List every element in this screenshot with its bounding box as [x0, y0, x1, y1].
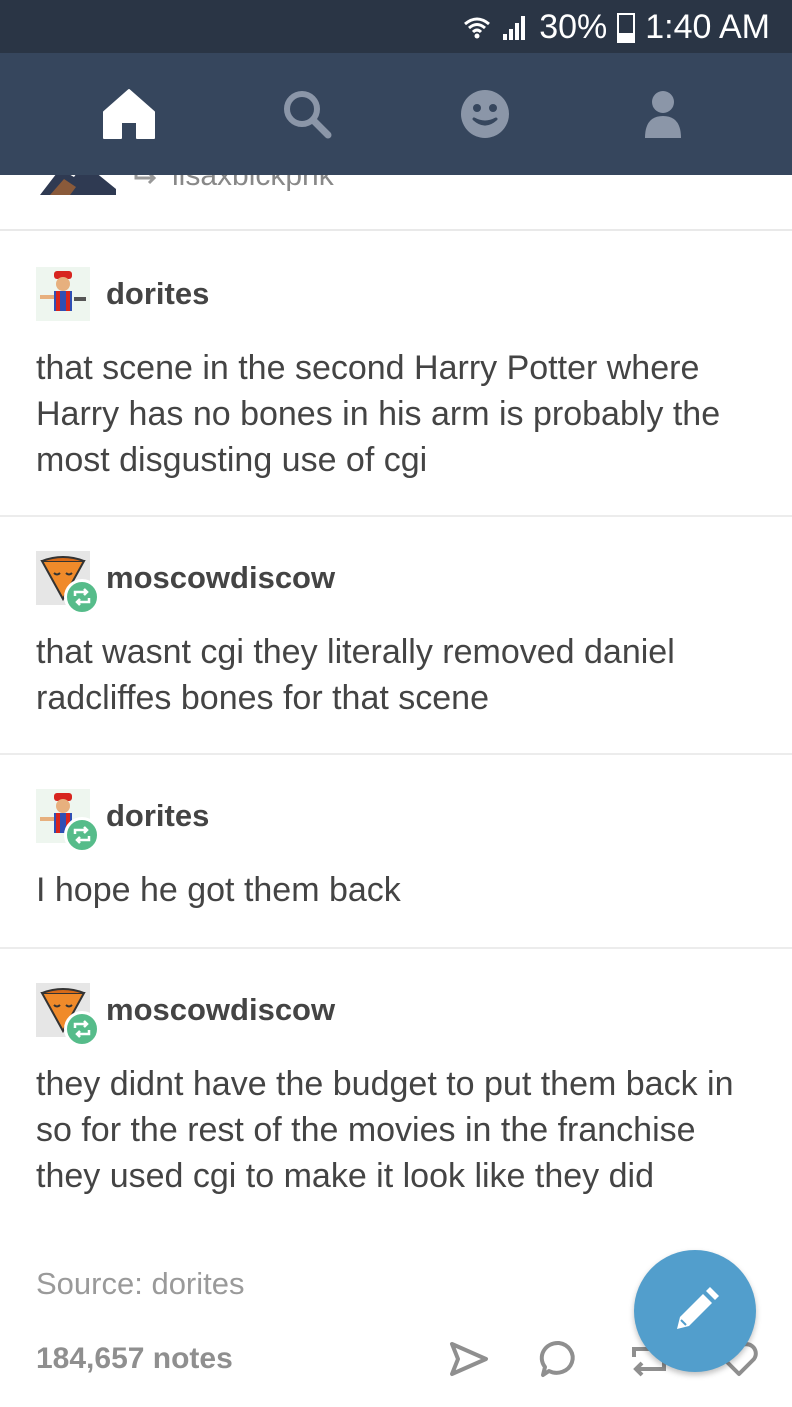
status-icons: 30% 1:40 AM — [463, 8, 770, 47]
avatar-wrap[interactable] — [36, 267, 90, 321]
post-text: they didnt have the budget to put them b… — [36, 1065, 734, 1195]
source-link[interactable]: Source: dorites — [36, 1266, 245, 1302]
previous-username[interactable]: lisaxbickpnk — [132, 175, 334, 193]
battery-icon — [617, 12, 636, 43]
battery-percent: 30% — [539, 8, 608, 46]
share-button[interactable] — [446, 1336, 492, 1382]
avatar-wrap[interactable] — [36, 983, 100, 1047]
username[interactable]: moscowdiscow — [106, 560, 335, 596]
username[interactable]: dorites — [106, 276, 209, 312]
reblog-icon — [73, 588, 91, 606]
thread-item: moscowdiscow they didnt have the budget … — [0, 949, 792, 1249]
reblog-badge — [64, 817, 100, 853]
post-text: I hope he got them back — [36, 871, 401, 909]
post-header: moscowdiscow — [36, 551, 335, 615]
reblog-small-icon — [134, 175, 157, 185]
nav-activity[interactable] — [455, 84, 515, 144]
post-header: moscowdiscow — [36, 983, 335, 1047]
notes-count[interactable]: 184,657 notes — [36, 1342, 233, 1376]
username[interactable]: moscowdiscow — [106, 992, 335, 1028]
post-text: that wasnt cgi they literally removed da… — [36, 633, 675, 717]
post-header: dorites — [36, 789, 209, 853]
reblog-badge — [64, 1011, 100, 1047]
status-bar: 30% 1:40 AM — [0, 0, 792, 53]
home-icon — [103, 89, 155, 139]
avatar-wrap[interactable] — [36, 789, 100, 853]
paper-plane-icon — [450, 1342, 488, 1376]
post-header: dorites — [36, 267, 209, 321]
previous-username-label: lisaxbickpnk — [172, 175, 334, 192]
previous-avatar[interactable] — [40, 175, 116, 195]
nav-account[interactable] — [633, 84, 693, 144]
person-icon — [645, 91, 681, 138]
avatar[interactable] — [36, 267, 90, 321]
previous-reblog-strip: lisaxbickpnk — [0, 175, 792, 231]
compose-button[interactable] — [634, 1250, 756, 1372]
wifi-icon — [464, 17, 491, 38]
nav-home[interactable] — [99, 84, 159, 144]
reblog-badge — [64, 579, 100, 615]
thread-item: dorites that scene in the second Harry P… — [0, 233, 792, 517]
search-icon — [284, 91, 332, 139]
nav-search[interactable] — [277, 84, 337, 144]
smiley-icon — [461, 90, 509, 138]
thread-item: moscowdiscow that wasnt cgi they literal… — [0, 517, 792, 755]
pencil-icon — [677, 1287, 719, 1329]
thread-item: dorites I hope he got them back — [0, 755, 792, 949]
reblog-icon — [73, 1020, 91, 1038]
reply-button[interactable] — [536, 1336, 582, 1382]
post-text: that scene in the second Harry Potter wh… — [36, 349, 721, 479]
username[interactable]: dorites — [106, 798, 209, 834]
speech-bubble-icon — [539, 1340, 575, 1377]
avatar-wrap[interactable] — [36, 551, 100, 615]
signal-icon — [503, 15, 526, 40]
reblog-icon — [73, 826, 91, 844]
top-nav — [0, 53, 792, 175]
clock: 1:40 AM — [645, 8, 770, 46]
